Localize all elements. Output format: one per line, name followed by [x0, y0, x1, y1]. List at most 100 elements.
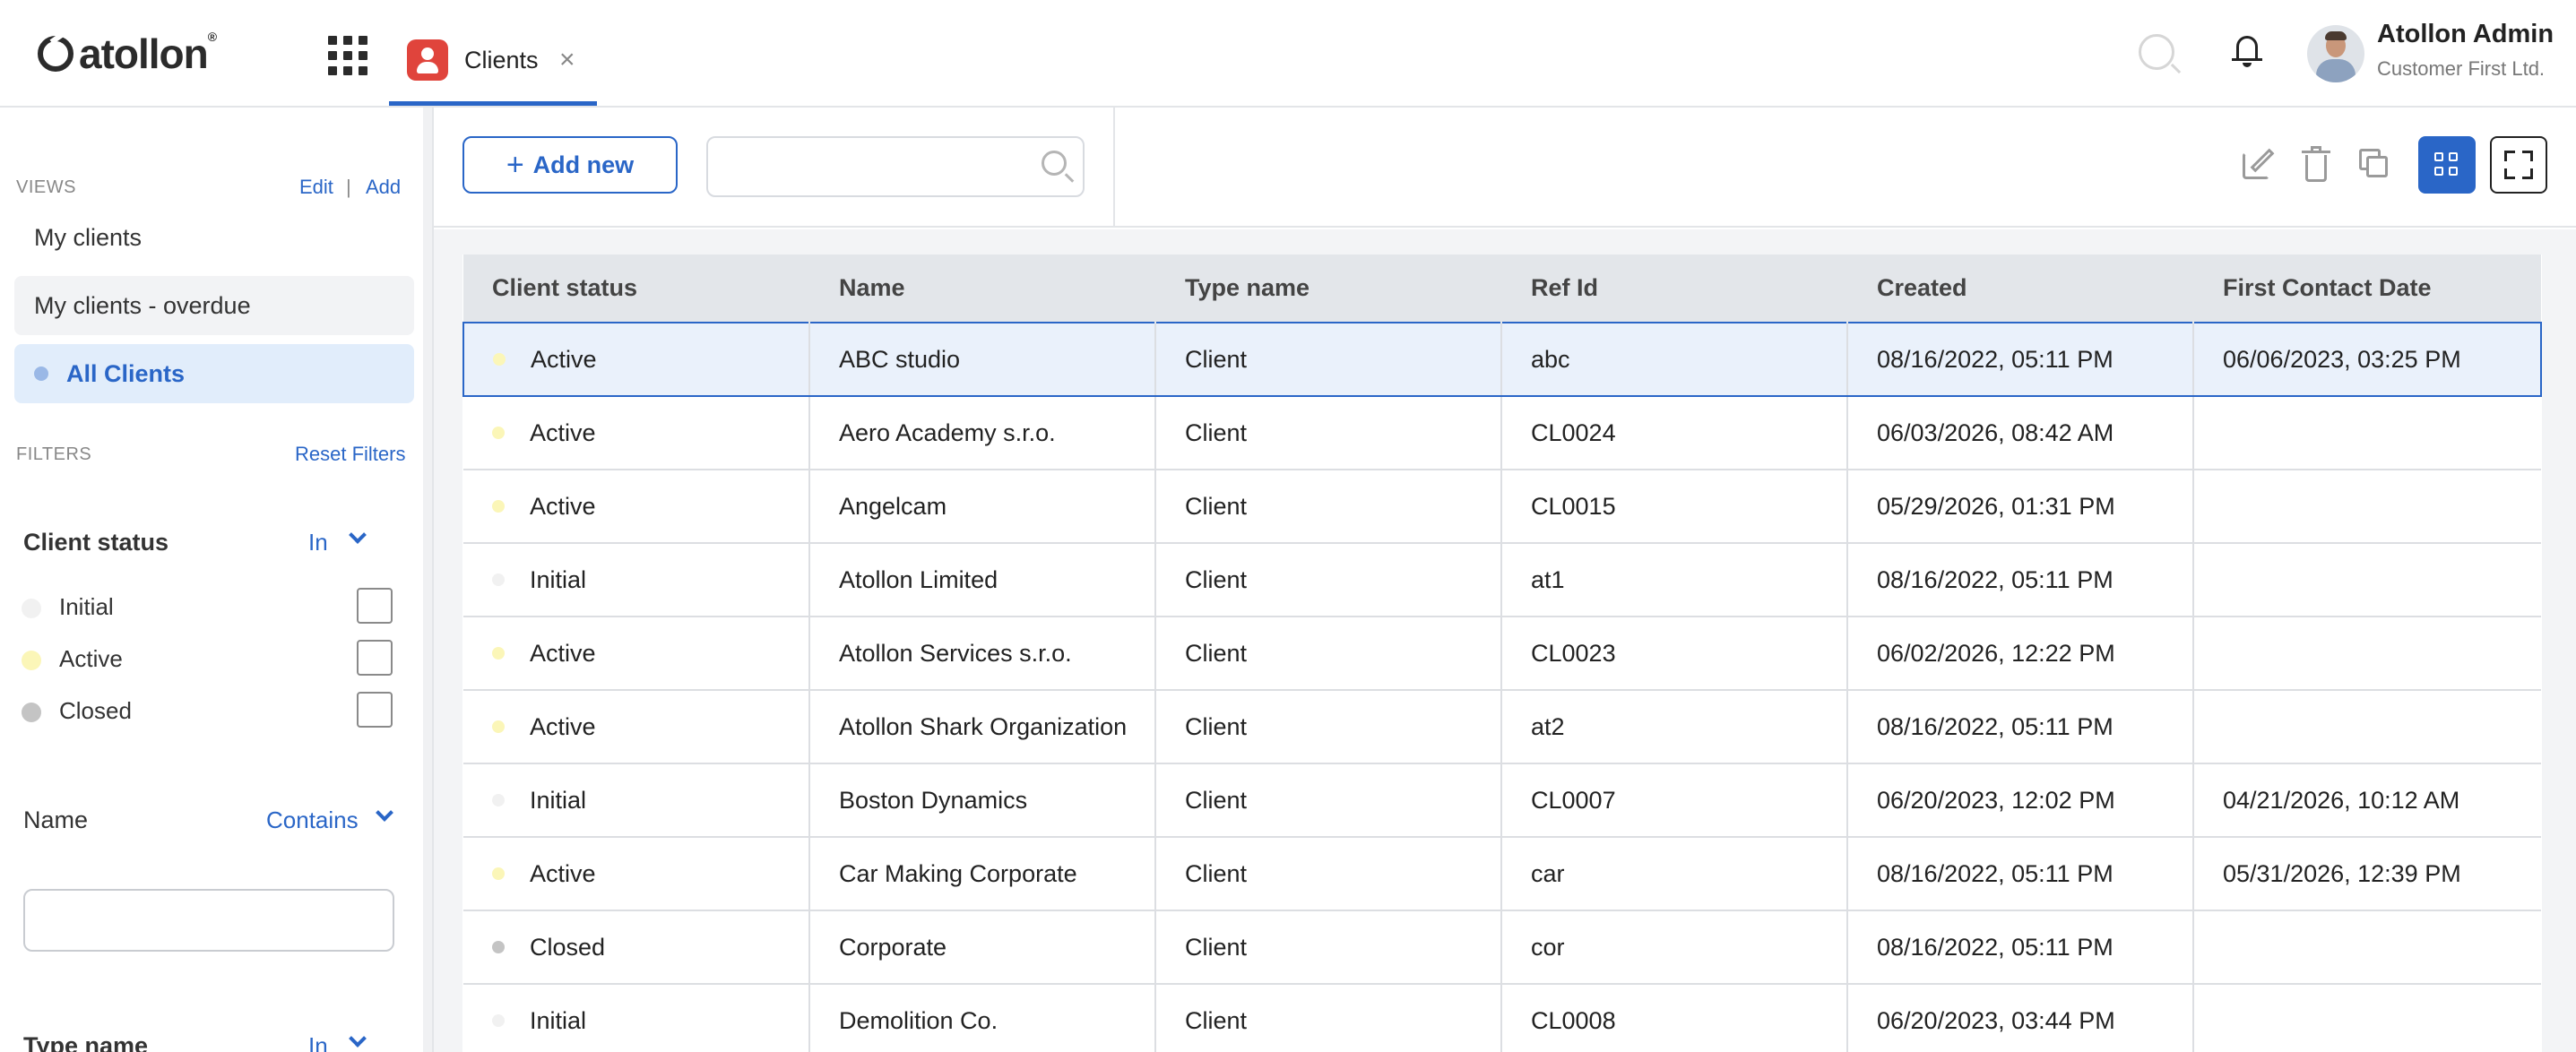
column-header-ref-id[interactable]: Ref Id	[1501, 254, 1848, 323]
delete-trash-icon[interactable]	[2296, 143, 2338, 185]
cell-name[interactable]: Atollon Shark Organization	[809, 690, 1156, 764]
cell-first-contact-date[interactable]: 05/31/2026, 12:39 PM	[2193, 837, 2541, 911]
cell-first-contact-date[interactable]	[2193, 470, 2541, 544]
add-new-button[interactable]: + Add new	[462, 136, 678, 194]
tab-close-icon[interactable]: ×	[559, 47, 575, 73]
app-launcher-grid-icon[interactable]	[328, 36, 367, 75]
cell-created[interactable]: 08/16/2022, 05:11 PM	[1847, 690, 2194, 764]
cell-client-status[interactable]: Initial	[463, 543, 810, 617]
table-row[interactable]: Active Aero Academy s.r.o. Client CL0024 06/…	[463, 396, 2541, 470]
cell-name[interactable]: Aero Academy s.r.o.	[809, 396, 1156, 470]
cell-created[interactable]: 08/16/2022, 05:11 PM	[1847, 543, 2194, 617]
sidebar-scrollbar[interactable]	[423, 108, 432, 1052]
duplicate-copy-icon[interactable]	[2354, 143, 2395, 185]
column-header-first-contact-date[interactable]: First Contact Date	[2193, 254, 2541, 323]
table-row[interactable]: Initial Boston Dynamics Client CL0007 06/20/…	[463, 763, 2541, 838]
cell-ref-id[interactable]: cor	[1501, 910, 1848, 985]
cell-first-contact-date[interactable]	[2193, 910, 2541, 985]
cell-created[interactable]: 08/16/2022, 05:11 PM	[1847, 322, 2194, 397]
table-row[interactable]: Active Angelcam Client CL0015 05/29/2026, 01…	[463, 470, 2541, 544]
cell-type-name[interactable]: Client	[1155, 763, 1502, 838]
atollon-logo[interactable]: atollon®	[38, 30, 217, 77]
column-header-client-status[interactable]: Client status	[463, 254, 810, 323]
column-header-name[interactable]: Name	[809, 254, 1156, 323]
cell-created[interactable]: 06/20/2023, 03:44 PM	[1847, 984, 2194, 1052]
cell-name[interactable]: ABC studio	[809, 322, 1156, 397]
fullscreen-icon[interactable]	[2490, 136, 2547, 194]
cell-client-status[interactable]: Active	[463, 690, 810, 764]
cell-type-name[interactable]: Client	[1155, 617, 1502, 691]
type-filter-chevron-down-icon[interactable]	[349, 1030, 367, 1048]
global-search-icon[interactable]	[2139, 34, 2174, 70]
cell-name[interactable]: Corporate	[809, 910, 1156, 985]
cell-first-contact-date[interactable]	[2193, 690, 2541, 764]
cell-created[interactable]: 08/16/2022, 05:11 PM	[1847, 910, 2194, 985]
cell-type-name[interactable]: Client	[1155, 837, 1502, 911]
client-status-operator[interactable]: In	[308, 529, 328, 556]
cell-client-status[interactable]: Closed	[463, 910, 810, 985]
cell-client-status[interactable]: Active	[463, 617, 810, 691]
cell-created[interactable]: 06/02/2026, 12:22 PM	[1847, 617, 2194, 691]
cell-ref-id[interactable]: CL0008	[1501, 984, 1848, 1052]
grid-view-icon[interactable]	[2418, 136, 2476, 194]
table-row[interactable]: Active ABC studio Client abc 08/16/2022, 05:…	[462, 322, 2542, 397]
cell-ref-id[interactable]: CL0007	[1501, 763, 1848, 838]
table-row[interactable]: Active Car Making Corporate Client car 08/16…	[463, 837, 2541, 911]
cell-ref-id[interactable]: CL0015	[1501, 470, 1848, 544]
name-filter-input[interactable]	[23, 889, 394, 952]
views-add-link[interactable]: Add	[366, 176, 401, 199]
cell-type-name[interactable]: Client	[1155, 543, 1502, 617]
view-my-clients-overdue[interactable]: My clients - overdue	[14, 276, 414, 335]
reset-filters-link[interactable]: Reset Filters	[295, 443, 405, 466]
cell-client-status[interactable]: Initial	[463, 984, 810, 1052]
column-header-type-name[interactable]: Type name	[1155, 254, 1502, 323]
table-row[interactable]: Initial Atollon Limited Client at1 08/16/202…	[463, 543, 2541, 617]
cell-ref-id[interactable]: at2	[1501, 690, 1848, 764]
cell-type-name[interactable]: Client	[1155, 396, 1502, 470]
search-input[interactable]	[706, 136, 1085, 197]
cell-first-contact-date[interactable]: 06/06/2023, 03:25 PM	[2193, 322, 2542, 397]
type-filter-operator[interactable]: In	[308, 1032, 328, 1052]
cell-type-name[interactable]: Client	[1155, 690, 1502, 764]
user-name[interactable]: Atollon Admin	[2377, 20, 2554, 49]
cell-first-contact-date[interactable]	[2193, 617, 2541, 691]
table-row[interactable]: Initial Demolition Co. Client CL0008 06/20/2…	[463, 984, 2541, 1052]
views-edit-link[interactable]: Edit	[299, 176, 333, 199]
status-initial-checkbox[interactable]	[357, 588, 393, 624]
cell-name[interactable]: Angelcam	[809, 470, 1156, 544]
cell-ref-id[interactable]: car	[1501, 837, 1848, 911]
cell-ref-id[interactable]: abc	[1501, 322, 1848, 397]
cell-client-status[interactable]: Active	[463, 396, 810, 470]
table-row[interactable]: Active Atollon Services s.r.o. Client CL002…	[463, 617, 2541, 691]
cell-client-status[interactable]: Initial	[463, 763, 810, 838]
cell-client-status[interactable]: Active	[463, 470, 810, 544]
cell-name[interactable]: Car Making Corporate	[809, 837, 1156, 911]
cell-created[interactable]: 06/20/2023, 12:02 PM	[1847, 763, 2194, 838]
status-closed-checkbox[interactable]	[357, 692, 393, 728]
cell-first-contact-date[interactable]: 04/21/2026, 10:12 AM	[2193, 763, 2541, 838]
column-header-created[interactable]: Created	[1847, 254, 2194, 323]
cell-name[interactable]: Atollon Limited	[809, 543, 1156, 617]
table-row[interactable]: Closed Corporate Client cor 08/16/2022, 05:1…	[463, 910, 2541, 985]
cell-created[interactable]: 06/03/2026, 08:42 AM	[1847, 396, 2194, 470]
edit-icon[interactable]	[2239, 143, 2280, 185]
cell-name[interactable]: Boston Dynamics	[809, 763, 1156, 838]
cell-type-name[interactable]: Client	[1155, 910, 1502, 985]
search-icon[interactable]	[1042, 151, 1067, 176]
cell-type-name[interactable]: Client	[1155, 322, 1502, 397]
name-filter-operator[interactable]: Contains	[266, 806, 359, 834]
view-all-clients[interactable]: All Clients	[14, 344, 414, 403]
cell-created[interactable]: 08/16/2022, 05:11 PM	[1847, 837, 2194, 911]
client-status-chevron-down-icon[interactable]	[349, 526, 367, 544]
cell-client-status[interactable]: Active	[463, 837, 810, 911]
cell-type-name[interactable]: Client	[1155, 470, 1502, 544]
cell-type-name[interactable]: Client	[1155, 984, 1502, 1052]
cell-first-contact-date[interactable]	[2193, 396, 2541, 470]
cell-created[interactable]: 05/29/2026, 01:31 PM	[1847, 470, 2194, 544]
tab-clients[interactable]: Clients ×	[389, 0, 597, 106]
notifications-bell-icon[interactable]	[2232, 34, 2262, 70]
view-my-clients[interactable]: My clients	[14, 208, 414, 267]
cell-ref-id[interactable]: at1	[1501, 543, 1848, 617]
cell-ref-id[interactable]: CL0024	[1501, 396, 1848, 470]
cell-client-status[interactable]: Active	[462, 322, 810, 397]
